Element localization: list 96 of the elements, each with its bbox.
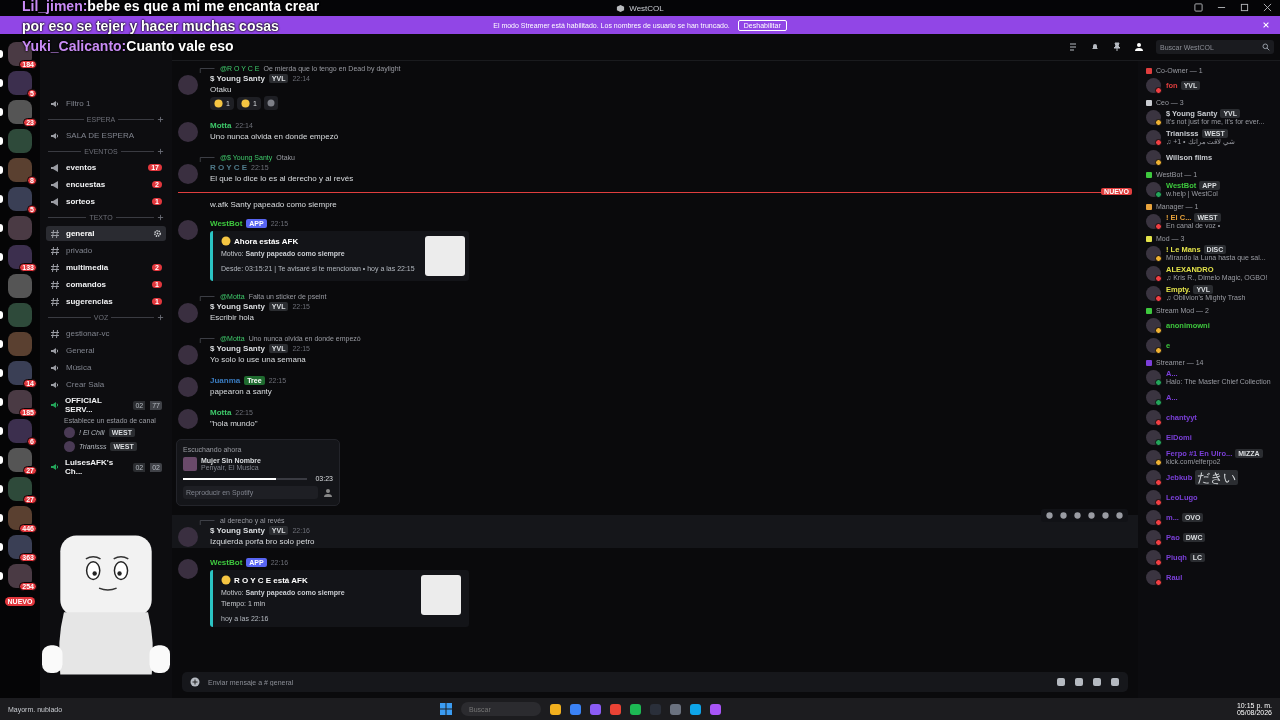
server-icon[interactable] bbox=[8, 564, 32, 588]
stream-chat-line: por eso se tejer y hacer muchas cosas bbox=[22, 18, 280, 34]
channel-item[interactable]: General bbox=[46, 343, 166, 358]
inbox-icon[interactable] bbox=[1194, 3, 1203, 12]
reply-connector bbox=[198, 337, 216, 343]
channel-item[interactable]: Crear Sala bbox=[46, 377, 166, 392]
maximize-icon[interactable] bbox=[1240, 3, 1249, 12]
channel-item[interactable]: Filtro 1 bbox=[46, 96, 166, 111]
message-text: Escribir hola bbox=[210, 313, 255, 322]
message-text: Uno nunca olvida en donde empezó bbox=[210, 132, 339, 141]
embed-title: Ahora estás AFK bbox=[234, 236, 299, 246]
voice-channel-name[interactable]: OFFICIAL SERV... bbox=[65, 396, 129, 414]
reply-connector bbox=[198, 295, 216, 301]
windows-start-icon[interactable] bbox=[440, 703, 452, 715]
add-reaction-icon[interactable] bbox=[263, 96, 278, 110]
server-icon[interactable] bbox=[8, 448, 32, 472]
server-icon[interactable] bbox=[8, 535, 32, 559]
reply-connector bbox=[198, 156, 216, 162]
author-name[interactable]: Motta bbox=[210, 121, 232, 130]
members-icon[interactable] bbox=[1134, 42, 1144, 52]
speaker-icon bbox=[50, 362, 60, 373]
speaker-icon bbox=[50, 400, 60, 410]
app-icon[interactable] bbox=[710, 703, 721, 715]
app-icon[interactable] bbox=[550, 703, 561, 715]
embed-title: R O Y C E está AFK bbox=[234, 575, 308, 585]
megaphone-icon bbox=[50, 179, 60, 190]
window-title: WestCOL bbox=[616, 3, 664, 13]
hash-icon bbox=[50, 279, 60, 290]
message-text: Otaku bbox=[210, 85, 233, 94]
channel-item[interactable]: general bbox=[46, 226, 166, 241]
message-text: Yo solo lo use una semana bbox=[210, 355, 307, 364]
close-icon[interactable] bbox=[1263, 3, 1272, 12]
author-name[interactable]: WestBot bbox=[210, 219, 243, 228]
channel-item[interactable]: SALA DE ESPERA bbox=[46, 128, 166, 143]
reply-connector bbox=[198, 519, 216, 525]
hash-icon bbox=[50, 228, 60, 239]
user-tag: だきい bbox=[1195, 469, 1239, 485]
app-icon[interactable] bbox=[570, 703, 581, 715]
author-name[interactable]: $ Young Santy bbox=[210, 344, 265, 353]
album-art-placeholder bbox=[183, 457, 197, 471]
search-icon bbox=[1262, 43, 1270, 51]
hash-icon bbox=[50, 262, 60, 273]
hash-icon bbox=[50, 296, 60, 307]
server-icon[interactable] bbox=[8, 506, 32, 530]
message-text: El que lo dice lo es al derecho y al revés bbox=[210, 174, 354, 183]
hash-icon bbox=[50, 328, 60, 339]
author-name[interactable]: $ Young Santy bbox=[210, 526, 265, 535]
emoji-icon bbox=[214, 98, 223, 108]
server-icon[interactable] bbox=[8, 245, 32, 269]
pin-icon[interactable] bbox=[1112, 42, 1122, 52]
voice-channel-name[interactable]: LuisesAFK's Ch... bbox=[65, 458, 129, 476]
server-icon[interactable] bbox=[8, 361, 32, 385]
author-name[interactable]: $ Young Santy bbox=[210, 74, 265, 83]
avatar bbox=[64, 427, 75, 438]
app-icon[interactable] bbox=[610, 703, 621, 715]
emoji-icon bbox=[221, 575, 231, 585]
channel-item[interactable]: gestionar-vc bbox=[46, 326, 166, 341]
app-icon[interactable] bbox=[630, 703, 641, 715]
plus-icon[interactable] bbox=[190, 677, 200, 687]
threads-icon[interactable] bbox=[1068, 42, 1078, 52]
emoji-icon bbox=[221, 236, 231, 246]
author-name[interactable]: R O Y C E bbox=[210, 163, 248, 172]
app-icon[interactable] bbox=[590, 703, 601, 715]
speaker-icon bbox=[50, 345, 60, 356]
speaker-icon bbox=[50, 130, 60, 141]
server-icon[interactable] bbox=[8, 100, 32, 124]
app-logo bbox=[616, 3, 626, 13]
author-name[interactable]: Motta bbox=[210, 408, 232, 417]
gear-icon[interactable] bbox=[153, 229, 162, 238]
stream-chat-line: Yuki_Calicanto:Cuanto vale eso bbox=[22, 38, 235, 54]
speaker-icon bbox=[50, 462, 60, 472]
image-placeholder bbox=[421, 575, 461, 615]
bell-icon[interactable] bbox=[1090, 42, 1100, 52]
message-text: papearon a santy bbox=[210, 387, 273, 396]
reply-connector bbox=[198, 67, 216, 73]
author-name[interactable]: WestBot bbox=[210, 558, 243, 567]
speaker-icon bbox=[50, 379, 60, 390]
author-name[interactable]: $ Young Santy bbox=[210, 302, 265, 311]
hash-icon bbox=[50, 245, 60, 256]
emoji-icon bbox=[240, 98, 250, 108]
message-text: "hola mundo" bbox=[210, 419, 258, 428]
server-icon[interactable] bbox=[8, 477, 32, 501]
avatar bbox=[64, 441, 75, 452]
speaker-icon bbox=[50, 98, 60, 109]
server-icon[interactable] bbox=[8, 390, 32, 414]
app-icon[interactable] bbox=[690, 703, 701, 715]
channel-item[interactable]: Música bbox=[46, 360, 166, 375]
message-text: w.afk Santy papeado como siempre bbox=[210, 200, 337, 209]
channel-item[interactable]: privado bbox=[46, 243, 166, 258]
author-name[interactable]: Juanma bbox=[210, 376, 241, 385]
megaphone-icon bbox=[50, 196, 60, 207]
image-placeholder bbox=[424, 236, 465, 276]
message-text: Izquierda porfa bro solo petro bbox=[210, 537, 315, 546]
megaphone-icon bbox=[50, 162, 60, 173]
person-icon[interactable] bbox=[323, 487, 333, 498]
stream-chat-line: Lil_jimen:bebe es que a mi me encanta crear bbox=[22, 0, 320, 14]
